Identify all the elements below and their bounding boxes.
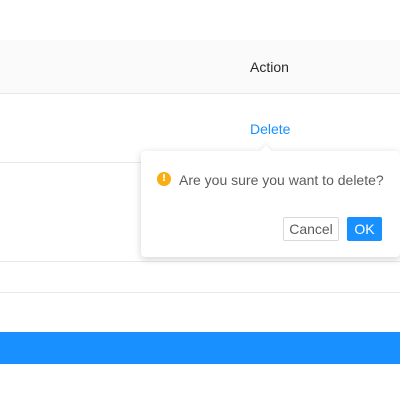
exclamation-circle-icon: ! — [157, 172, 171, 186]
cancel-button[interactable]: Cancel — [283, 217, 339, 241]
delete-popconfirm: ! Are you sure you want to delete? Cance… — [141, 145, 400, 257]
column-header-action: Action — [250, 59, 289, 75]
table-row — [0, 262, 400, 293]
ok-button[interactable]: OK — [347, 217, 382, 241]
popconfirm-message: Are you sure you want to delete? — [179, 172, 384, 188]
page: Action Delete ! Are you sure you want to… — [0, 0, 400, 400]
primary-bar[interactable] — [0, 332, 400, 364]
table-header: Action — [0, 40, 400, 94]
delete-link[interactable]: Delete — [250, 121, 290, 137]
